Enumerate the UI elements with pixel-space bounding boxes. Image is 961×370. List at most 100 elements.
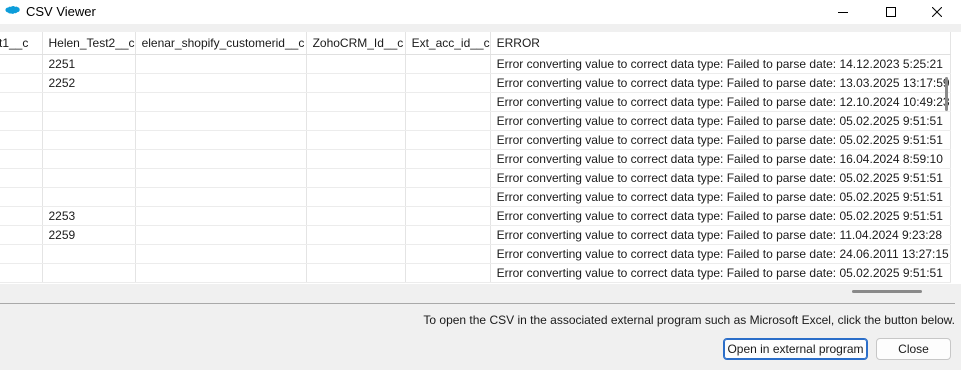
table-cell[interactable] [42,111,136,131]
close-button[interactable]: Close [876,338,951,360]
table-row[interactable]: 2252 Error converting value to correct d… [0,73,951,93]
table-cell[interactable] [135,263,307,283]
table-cell[interactable]: Error converting value to correct data t… [490,168,951,188]
table-cell[interactable] [135,73,307,93]
table-cell[interactable] [306,244,406,264]
table-cell[interactable]: 2259 [42,225,136,245]
table-cell[interactable] [0,206,43,226]
table-cell[interactable] [405,225,491,245]
table-cell[interactable] [0,244,43,264]
table-cell[interactable] [135,92,307,112]
table-cell[interactable] [306,263,406,283]
table-cell[interactable] [42,130,136,150]
table-cell[interactable] [135,149,307,169]
table-cell[interactable] [42,244,136,264]
table-cell[interactable] [42,263,136,283]
column-header[interactable]: ERROR [490,32,951,55]
table-cell[interactable] [42,187,136,207]
table-cell[interactable]: Error converting value to correct data t… [490,187,951,207]
table-cell[interactable]: 2253 [42,206,136,226]
table-row[interactable]: Error converting value to correct data t… [0,244,951,264]
table-row[interactable]: Error converting value to correct data t… [0,111,951,131]
column-header[interactable]: st1__c [0,32,43,55]
table-cell[interactable] [0,92,43,112]
table-cell[interactable] [0,73,43,93]
table-cell[interactable] [135,206,307,226]
column-header[interactable]: ZohoCRM_Id__c [306,32,406,55]
table-cell[interactable] [405,73,491,93]
table-cell[interactable] [405,149,491,169]
table-cell[interactable]: Error converting value to correct data t… [490,225,951,245]
table-cell[interactable] [42,149,136,169]
table-cell[interactable] [405,54,491,74]
table-cell[interactable] [0,149,43,169]
title-bar[interactable]: CSV Viewer [0,0,961,24]
vertical-scrollbar-thumb[interactable] [945,77,948,111]
table-cell[interactable] [306,73,406,93]
table-cell[interactable] [135,130,307,150]
table-cell[interactable]: Error converting value to correct data t… [490,130,951,150]
close-window-button[interactable] [914,0,960,24]
table-row[interactable]: 2259 Error converting value to correct d… [0,225,951,245]
table-cell[interactable] [0,225,43,245]
csv-grid[interactable]: st1__c Helen_Test2__c elenar_shopify_cus… [0,32,961,284]
open-external-button[interactable]: Open in external program [723,338,868,360]
table-row[interactable]: Error converting value to correct data t… [0,187,951,207]
table-cell[interactable] [0,130,43,150]
table-cell[interactable] [135,225,307,245]
table-cell[interactable]: Error converting value to correct data t… [490,111,951,131]
table-cell[interactable] [306,130,406,150]
table-cell[interactable] [0,54,43,74]
table-row[interactable]: Error converting value to correct data t… [0,149,951,169]
table-cell[interactable] [405,263,491,283]
table-cell[interactable] [405,206,491,226]
table-row[interactable]: Error converting value to correct data t… [0,92,951,112]
column-header[interactable]: Helen_Test2__c [42,32,136,55]
table-cell[interactable] [0,187,43,207]
table-cell[interactable] [405,187,491,207]
table-cell[interactable] [135,54,307,74]
table-row[interactable]: Error converting value to correct data t… [0,263,951,283]
table-cell[interactable]: Error converting value to correct data t… [490,263,951,283]
table-cell[interactable] [306,149,406,169]
table-cell[interactable]: Error converting value to correct data t… [490,54,951,74]
table-cell[interactable] [306,111,406,131]
table-cell[interactable]: 2251 [42,54,136,74]
table-cell[interactable] [306,168,406,188]
salesforce-cloud-icon [5,6,20,14]
column-header[interactable]: Ext_acc_id__c [405,32,491,55]
table-cell[interactable] [42,168,136,188]
table-cell[interactable] [405,92,491,112]
table-row[interactable]: Error converting value to correct data t… [0,168,951,188]
table-cell[interactable] [306,206,406,226]
table-row[interactable]: 2253 Error converting value to correct d… [0,206,951,226]
table-cell[interactable] [405,130,491,150]
table-cell[interactable] [405,111,491,131]
minimize-button[interactable] [820,0,866,24]
table-cell[interactable] [0,111,43,131]
table-row[interactable]: 2251 Error converting value to correct d… [0,54,951,74]
table-cell[interactable] [135,111,307,131]
maximize-button[interactable] [868,0,914,24]
table-cell[interactable] [405,244,491,264]
table-cell[interactable] [405,168,491,188]
table-row[interactable]: Error converting value to correct data t… [0,130,951,150]
table-cell[interactable] [42,92,136,112]
table-cell[interactable] [0,263,43,283]
table-cell[interactable] [306,187,406,207]
table-cell[interactable]: Error converting value to correct data t… [490,206,951,226]
table-cell[interactable] [135,244,307,264]
table-cell[interactable]: 2252 [42,73,136,93]
table-cell[interactable]: Error converting value to correct data t… [490,92,951,112]
table-cell[interactable]: Error converting value to correct data t… [490,73,951,93]
table-cell[interactable] [135,168,307,188]
table-cell[interactable] [135,187,307,207]
table-cell[interactable]: Error converting value to correct data t… [490,244,951,264]
table-cell[interactable] [306,225,406,245]
table-cell[interactable] [306,92,406,112]
table-cell[interactable]: Error converting value to correct data t… [490,149,951,169]
column-header[interactable]: elenar_shopify_customerid__c [135,32,307,55]
table-cell[interactable] [0,168,43,188]
horizontal-scrollbar-thumb[interactable] [852,290,922,293]
table-cell[interactable] [306,54,406,74]
